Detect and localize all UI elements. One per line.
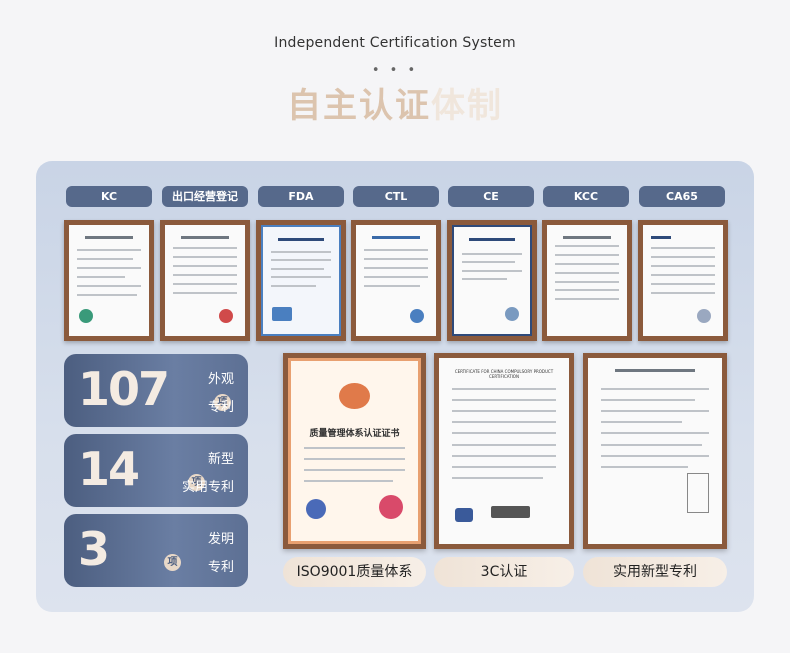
stat-label-2: 专利 bbox=[207, 400, 234, 415]
certificate-kc bbox=[64, 220, 154, 341]
seal-icon bbox=[78, 308, 93, 323]
certificate-ca65 bbox=[638, 220, 728, 341]
caption-3c: 3C认证 bbox=[434, 557, 574, 587]
title-part-1: 自主认证 bbox=[287, 86, 431, 126]
certificate-export-registration bbox=[160, 220, 250, 341]
tag-ca65: CA65 bbox=[639, 186, 725, 207]
stat-label-2: 专利 bbox=[207, 560, 234, 575]
isccc-logo-icon bbox=[454, 507, 473, 522]
stat-unit: 项 bbox=[164, 554, 181, 571]
signature-icon bbox=[491, 505, 530, 518]
caption-utility-patent: 实用新型专利 bbox=[583, 557, 727, 587]
stat-label-1: 外观 bbox=[207, 372, 234, 387]
stat-number: 14 bbox=[78, 442, 140, 496]
stat-label-1: 新型 bbox=[207, 452, 234, 467]
seal-icon bbox=[697, 308, 711, 323]
certificate-ce bbox=[447, 220, 537, 341]
tag-ctl: CTL bbox=[353, 186, 439, 207]
stat-design-patents: 107 项 外观 专利 bbox=[64, 354, 248, 427]
certificate-ctl bbox=[351, 220, 441, 341]
stat-utility-patents: 14 项 新型 实用专利 bbox=[64, 434, 248, 507]
tag-kc: KC bbox=[66, 186, 152, 207]
stat-invention-patents: 3 项 发明 专利 bbox=[64, 514, 248, 587]
stat-label-2: 实用专利 bbox=[181, 480, 234, 495]
seal-icon bbox=[306, 499, 327, 520]
tag-fda: FDA bbox=[258, 186, 344, 207]
certificate-3c: CERTIFICATE FOR CHINA COMPULSORY PRODUCT… bbox=[434, 353, 574, 549]
patent-drawing-icon bbox=[686, 473, 709, 514]
seal-icon bbox=[378, 495, 403, 520]
certificate-iso9001: 质量管理体系认证证书 bbox=[283, 353, 426, 549]
tag-export-registration: 出口经营登记 bbox=[162, 186, 248, 207]
tag-ce: CE bbox=[448, 186, 534, 207]
title-part-2: 体制 bbox=[431, 86, 503, 126]
caption-iso9001: ISO9001质量体系 bbox=[283, 557, 426, 587]
certificate-kcc bbox=[542, 220, 632, 341]
stat-number: 107 bbox=[78, 362, 170, 416]
seal-icon bbox=[504, 307, 519, 322]
certificate-utility-patent bbox=[583, 353, 727, 549]
tag-kcc: KCC bbox=[543, 186, 629, 207]
section-subtitle: Independent Certification System bbox=[274, 35, 516, 51]
fda-logo-icon bbox=[272, 307, 293, 322]
decorative-dots: • • • bbox=[371, 63, 419, 78]
stat-number: 3 bbox=[78, 522, 110, 576]
iso-cert-title: 质量管理体系认证证书 bbox=[309, 428, 400, 439]
iso-emblem-icon bbox=[339, 382, 370, 409]
stat-label-1: 发明 bbox=[207, 532, 234, 547]
section-title: 自主认证体制 bbox=[0, 78, 790, 127]
seal-icon bbox=[219, 308, 233, 323]
certificate-fda bbox=[256, 220, 346, 341]
seal-icon bbox=[410, 308, 424, 323]
ccc-cert-heading: CERTIFICATE FOR CHINA COMPULSORY PRODUCT… bbox=[454, 369, 554, 380]
